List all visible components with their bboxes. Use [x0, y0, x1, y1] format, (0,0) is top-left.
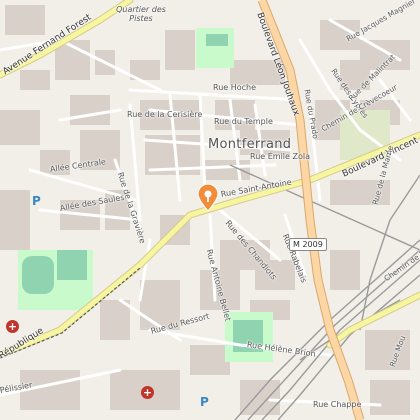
road-label-rue-du-temple: Rue du Temple [214, 117, 273, 126]
hospital-icon[interactable]: + [141, 386, 154, 399]
road-ref-badge: M 2009 [289, 238, 327, 251]
road-label-rue-hoche: Rue Hoche [213, 83, 257, 92]
location-marker[interactable] [196, 184, 220, 212]
hospital-icon[interactable]: + [6, 320, 19, 333]
city-label: Montferrand [208, 137, 292, 152]
parking-icon[interactable]: P [200, 395, 209, 409]
map-pin-icon [197, 184, 219, 212]
map-canvas[interactable]: Quartier des Pistes Montferrand Avenue F… [0, 0, 420, 420]
district-label: Quartier des Pistes [116, 5, 166, 23]
road-label-rue-de-la-cerisiere: Rue de la Cerisière [127, 110, 203, 119]
road-label-rue-emile-zola: Rue Émile Zola [250, 152, 310, 161]
road-label-rue-chappe: Rue Chappe [313, 400, 362, 409]
parking-icon[interactable]: P [32, 194, 41, 208]
